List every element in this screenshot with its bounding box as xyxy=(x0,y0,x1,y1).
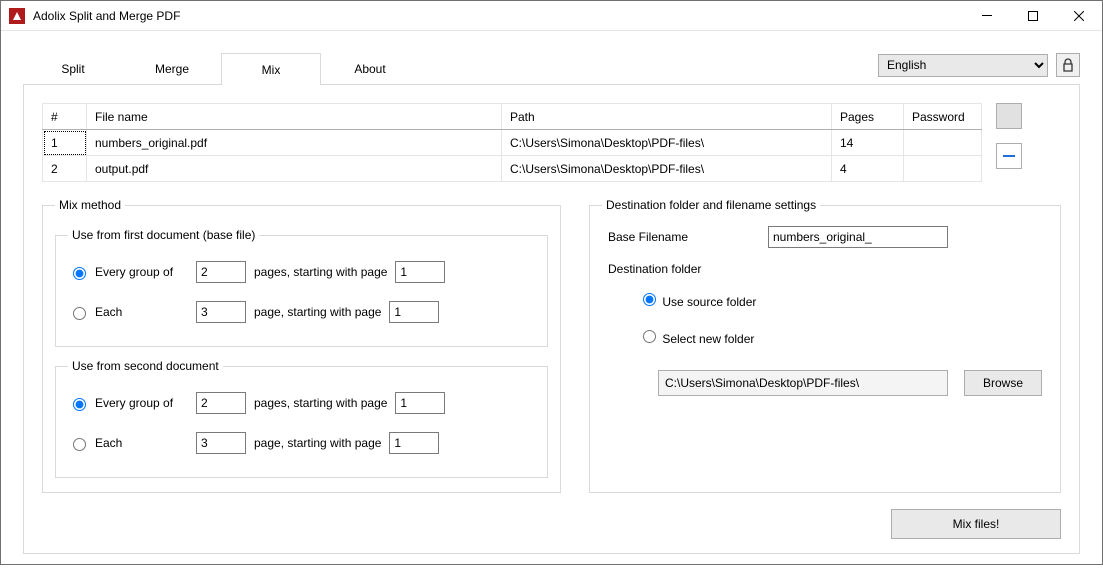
first-doc-group: Use from first document (base file) Ever… xyxy=(55,228,548,347)
second-each-start[interactable] xyxy=(389,432,439,454)
file-table: # File name Path Pages Password 1 number… xyxy=(42,103,982,182)
first-each-start[interactable] xyxy=(389,301,439,323)
app-icon xyxy=(9,8,25,24)
destination-folder-label: Destination folder xyxy=(608,262,1042,276)
mix-method-legend: Mix method xyxy=(55,198,125,212)
table-row[interactable]: 2 output.pdf C:\Users\Simona\Desktop\PDF… xyxy=(43,156,982,182)
close-button[interactable] xyxy=(1056,1,1102,31)
second-each-n[interactable] xyxy=(196,432,246,454)
col-pages[interactable]: Pages xyxy=(832,104,904,130)
second-each-radio[interactable]: Each xyxy=(68,435,188,451)
base-filename-input[interactable] xyxy=(768,226,948,248)
destination-group: Destination folder and filename settings… xyxy=(589,198,1061,493)
first-every-start[interactable] xyxy=(395,261,445,283)
remove-file-button[interactable] xyxy=(996,143,1022,169)
tab-panel-mix: # File name Path Pages Password 1 number… xyxy=(23,84,1080,554)
col-file[interactable]: File name xyxy=(87,104,502,130)
tab-about[interactable]: About xyxy=(320,53,420,85)
col-path[interactable]: Path xyxy=(502,104,832,130)
browse-button[interactable]: Browse xyxy=(964,370,1042,396)
use-source-radio[interactable]: Use source folder xyxy=(638,290,1042,309)
base-filename-label: Base Filename xyxy=(608,230,748,244)
minimize-button[interactable] xyxy=(964,1,1010,31)
destination-legend: Destination folder and filename settings xyxy=(602,198,820,212)
first-every-n[interactable] xyxy=(196,261,246,283)
lock-button[interactable] xyxy=(1056,53,1080,77)
mix-files-button[interactable]: Mix files! xyxy=(891,509,1061,539)
second-doc-group: Use from second document Every group of … xyxy=(55,359,548,478)
mix-method-group: Mix method Use from first document (base… xyxy=(42,198,561,493)
window-title: Adolix Split and Merge PDF xyxy=(31,9,964,23)
second-every-radio[interactable]: Every group of xyxy=(68,395,188,411)
first-every-radio[interactable]: Every group of xyxy=(68,264,188,280)
tab-split[interactable]: Split xyxy=(23,53,123,85)
maximize-button[interactable] xyxy=(1010,1,1056,31)
tab-strip: Split Merge Mix About xyxy=(23,53,419,85)
app-window: Adolix Split and Merge PDF Split Merge M… xyxy=(0,0,1103,565)
add-file-button[interactable] xyxy=(996,103,1022,129)
first-doc-legend: Use from first document (base file) xyxy=(68,228,259,242)
tab-mix[interactable]: Mix xyxy=(221,53,321,85)
lock-icon xyxy=(1062,58,1074,72)
destination-path-input[interactable] xyxy=(658,370,948,396)
first-each-radio[interactable]: Each xyxy=(68,304,188,320)
tab-merge[interactable]: Merge xyxy=(122,53,222,85)
col-password[interactable]: Password xyxy=(904,104,982,130)
second-doc-legend: Use from second document xyxy=(68,359,223,373)
select-new-radio[interactable]: Select new folder xyxy=(638,327,1042,346)
second-every-start[interactable] xyxy=(395,392,445,414)
language-select[interactable]: English xyxy=(878,54,1048,77)
first-each-n[interactable] xyxy=(196,301,246,323)
table-row[interactable]: 1 numbers_original.pdf C:\Users\Simona\D… xyxy=(43,130,982,156)
second-every-n[interactable] xyxy=(196,392,246,414)
minus-icon xyxy=(1003,155,1015,157)
titlebar: Adolix Split and Merge PDF xyxy=(1,1,1102,31)
col-num[interactable]: # xyxy=(43,104,87,130)
content-area: Split Merge Mix About English # Fil xyxy=(1,31,1102,570)
